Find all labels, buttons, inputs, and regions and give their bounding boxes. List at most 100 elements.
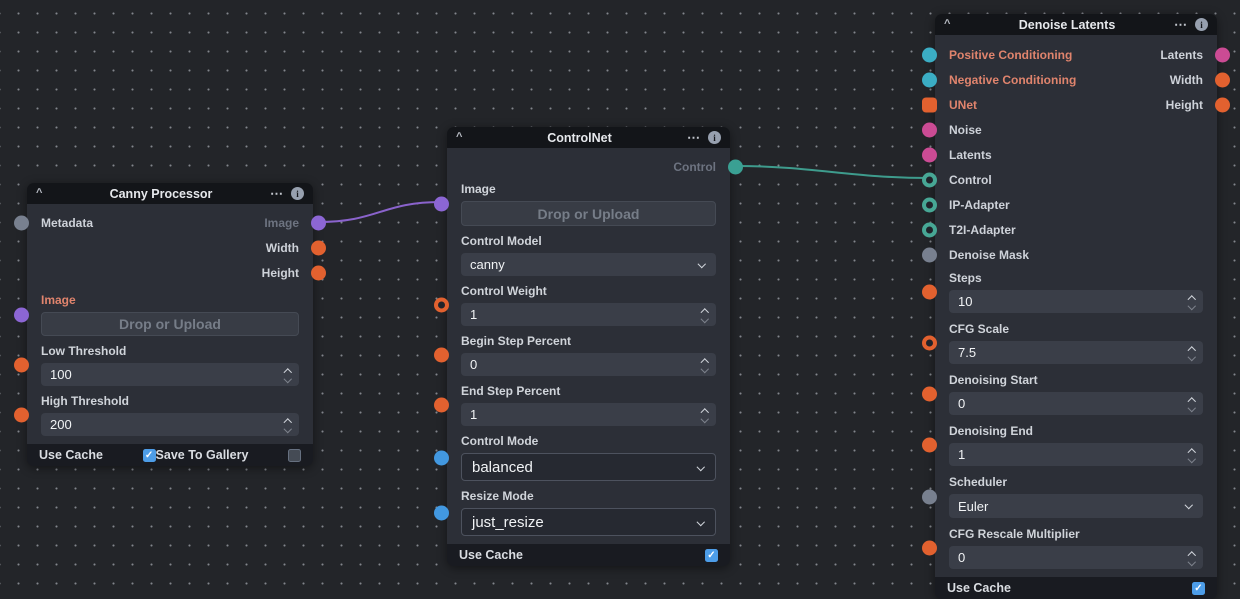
latents-output-handle[interactable] (1215, 47, 1230, 62)
width-output-handle[interactable] (311, 240, 326, 255)
ip-adapter-input-handle[interactable] (922, 197, 937, 212)
image-dropzone[interactable]: Drop or Upload (461, 201, 716, 226)
control-model-select[interactable]: canny (461, 253, 716, 276)
controlnet-node-header[interactable]: ^ ControlNet ⋯ i (447, 127, 730, 148)
node-denoise-latents: ^ Denoise Latents ⋯ i Positive Condition… (935, 14, 1217, 599)
resize-mode-value: just_resize (472, 514, 544, 531)
use-cache-checkbox[interactable]: ✓ (143, 449, 156, 462)
decrement-icon[interactable] (701, 366, 709, 371)
cfg-rescale-multiplier-input-handle[interactable] (922, 541, 937, 556)
decrement-icon[interactable] (1188, 303, 1196, 308)
resize-mode-input-handle[interactable] (434, 505, 449, 520)
save-to-gallery-checkbox[interactable] (288, 449, 301, 462)
control-weight-input-handle[interactable] (434, 298, 449, 313)
end-step-percent-input-handle[interactable] (434, 398, 449, 413)
latents-input-handle[interactable] (922, 147, 937, 162)
chevron-down-icon (697, 464, 705, 469)
collapse-chevron-icon[interactable]: ^ (944, 14, 960, 35)
height-output-handle[interactable] (1215, 97, 1230, 112)
unet-input-handle[interactable] (922, 97, 937, 112)
increment-icon[interactable] (701, 358, 709, 363)
increment-icon[interactable] (1188, 346, 1196, 351)
cfg-scale-input[interactable]: 7.5 (949, 341, 1203, 364)
increment-icon[interactable] (701, 408, 709, 413)
begin-step-percent-input[interactable]: 0 (461, 353, 716, 376)
positive-conditioning-input-handle[interactable] (922, 47, 937, 62)
metadata-input-handle[interactable] (14, 215, 29, 230)
decrement-icon[interactable] (284, 376, 292, 381)
decrement-icon[interactable] (1188, 456, 1196, 461)
high-threshold-input-handle[interactable] (14, 408, 29, 423)
increment-icon[interactable] (1188, 295, 1196, 300)
canny-node-title: Canny Processor (52, 187, 270, 201)
decrement-icon[interactable] (1188, 559, 1196, 564)
scheduler-input-handle[interactable] (922, 489, 937, 504)
number-stepper[interactable] (697, 354, 713, 375)
image-dropzone[interactable]: Drop or Upload (41, 312, 299, 336)
number-stepper[interactable] (1184, 393, 1200, 414)
number-stepper[interactable] (280, 364, 296, 385)
increment-icon[interactable] (284, 368, 292, 373)
increment-icon[interactable] (1188, 551, 1196, 556)
node-menu-icon[interactable]: ⋯ (1174, 17, 1188, 33)
node-info-icon[interactable]: i (1195, 18, 1208, 31)
width-output-handle[interactable] (1215, 72, 1230, 87)
decrement-icon[interactable] (701, 316, 709, 321)
end-step-percent-input[interactable]: 1 (461, 403, 716, 426)
image-output-handle[interactable] (311, 215, 326, 230)
use-cache-checkbox[interactable]: ✓ (1192, 582, 1205, 595)
denoise-node-header[interactable]: ^ Denoise Latents ⋯ i (935, 14, 1217, 35)
cfg-rescale-multiplier-input[interactable]: 0 (949, 546, 1203, 569)
control-weight-input[interactable]: 1 (461, 303, 716, 326)
t2i-adapter-input-handle[interactable] (922, 222, 937, 237)
number-stepper[interactable] (1184, 291, 1200, 312)
denoising-end-input[interactable]: 1 (949, 443, 1203, 466)
collapse-chevron-icon[interactable]: ^ (456, 127, 472, 148)
number-stepper[interactable] (1184, 547, 1200, 568)
noise-input-handle[interactable] (922, 122, 937, 137)
canny-node-header[interactable]: ^ Canny Processor ⋯ i (27, 183, 313, 204)
use-cache-checkbox[interactable]: ✓ (705, 549, 718, 562)
increment-icon[interactable] (284, 418, 292, 423)
number-stepper[interactable] (697, 304, 713, 325)
number-stepper[interactable] (1184, 342, 1200, 363)
control-mode-input-handle[interactable] (434, 450, 449, 465)
steps-input-handle[interactable] (922, 285, 937, 300)
high-threshold-input[interactable]: 200 (41, 413, 299, 436)
increment-icon[interactable] (1188, 448, 1196, 453)
io-row: IP-Adapter (935, 192, 1217, 217)
resize-mode-select[interactable]: just_resize (461, 508, 716, 536)
denoise-mask-input-handle[interactable] (922, 247, 937, 262)
height-output-handle[interactable] (311, 265, 326, 280)
increment-icon[interactable] (701, 308, 709, 313)
denoising-end-input-handle[interactable] (922, 438, 937, 453)
steps-input[interactable]: 10 (949, 290, 1203, 313)
decrement-icon[interactable] (1188, 405, 1196, 410)
low-threshold-input-handle[interactable] (14, 358, 29, 373)
denoising-start-input[interactable]: 0 (949, 392, 1203, 415)
node-info-icon[interactable]: i (291, 187, 304, 200)
decrement-icon[interactable] (1188, 354, 1196, 359)
control-input-handle[interactable] (922, 172, 937, 187)
collapse-chevron-icon[interactable]: ^ (36, 183, 52, 204)
node-menu-icon[interactable]: ⋯ (687, 130, 701, 146)
begin-step-percent-input-handle[interactable] (434, 348, 449, 363)
image-field-input-handle[interactable] (14, 307, 29, 322)
number-stepper[interactable] (1184, 444, 1200, 465)
denoising-start-input-handle[interactable] (922, 387, 937, 402)
decrement-icon[interactable] (701, 416, 709, 421)
control-output-handle[interactable] (728, 159, 743, 174)
decrement-icon[interactable] (284, 426, 292, 431)
increment-icon[interactable] (1188, 397, 1196, 402)
image-field-input-handle[interactable] (434, 197, 449, 212)
control-mode-select[interactable]: balanced (461, 453, 716, 481)
node-info-icon[interactable]: i (708, 131, 721, 144)
number-stepper[interactable] (280, 414, 296, 435)
scheduler-select[interactable]: Euler (949, 494, 1203, 518)
number-stepper[interactable] (697, 404, 713, 425)
negative-conditioning-input-handle[interactable] (922, 72, 937, 87)
node-menu-icon[interactable]: ⋯ (270, 186, 284, 202)
cfg-rescale-multiplier-label: CFG Rescale Multiplier (949, 527, 1203, 541)
cfg-scale-input-handle[interactable] (922, 336, 937, 351)
low-threshold-input[interactable]: 100 (41, 363, 299, 386)
